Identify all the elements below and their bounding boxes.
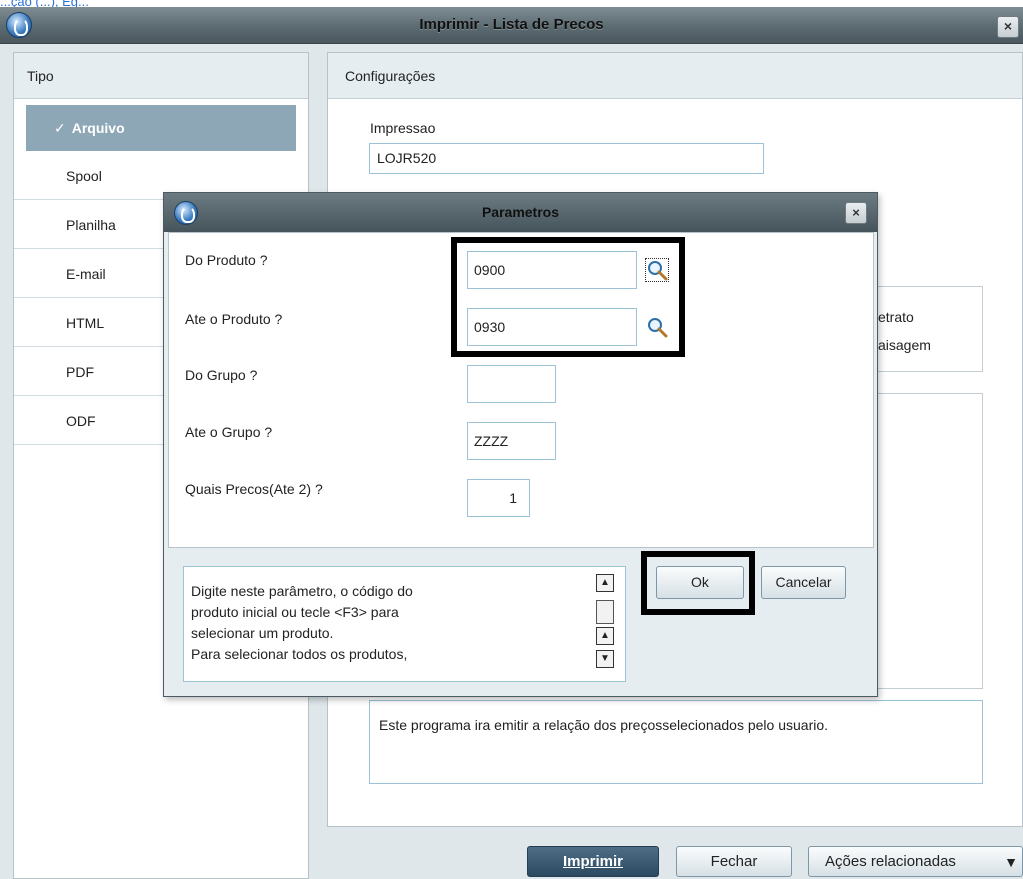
description-box: Este programa ira emitir a relação dos p… — [369, 700, 983, 784]
quais-precos-input[interactable]: 1 — [467, 479, 530, 517]
dialog-titlebar: Parametros × — [164, 193, 877, 232]
param-label-ate-produto: Ate o Produto ? — [185, 311, 283, 327]
impressao-label: Impressao — [370, 120, 436, 136]
param-label-ate-grupo: Ate o Grupo ? — [185, 424, 273, 440]
scroll-down-icon[interactable]: ▼ — [596, 650, 614, 668]
fechar-button[interactable]: Fechar — [676, 846, 792, 877]
search-icon[interactable] — [646, 316, 668, 338]
dialog-close-button[interactable]: × — [845, 202, 867, 224]
help-box: Digite neste parâmetro, o código do prod… — [183, 566, 626, 682]
window-close-button[interactable]: × — [997, 16, 1019, 38]
scrollbar-thumb[interactable] — [596, 600, 614, 624]
chevron-down-icon: ▼ — [1004, 854, 1018, 870]
help-text: Digite neste parâmetro, o código do prod… — [191, 583, 413, 662]
orientation-paisagem-option[interactable]: aisagem — [878, 337, 931, 353]
tipo-header: Tipo — [14, 53, 308, 99]
param-label-do-produto: Do Produto ? — [185, 252, 268, 268]
search-icon[interactable] — [645, 258, 669, 282]
cancelar-button[interactable]: Cancelar — [761, 566, 846, 599]
orientation-group: etrato aisagem — [873, 286, 983, 372]
dialog-title: Parametros — [481, 204, 560, 220]
options-group — [873, 393, 983, 689]
scroll-up-icon[interactable]: ▲ — [596, 627, 614, 645]
tipo-item-arquivo[interactable]: ✓ Arquivo — [26, 105, 296, 151]
scroll-up-icon[interactable]: ▲ — [596, 574, 614, 592]
ate-grupo-input[interactable]: ZZZZ — [467, 422, 556, 460]
tipo-item-label: Arquivo — [71, 120, 125, 136]
do-grupo-input[interactable] — [467, 365, 556, 403]
imprimir-button-label: Imprimir — [562, 853, 623, 870]
acoes-relacionadas-label: Ações relacionadas — [825, 853, 956, 870]
param-label-do-grupo: Do Grupo ? — [185, 367, 258, 383]
orientation-retrato-option[interactable]: etrato — [878, 309, 914, 325]
footer-bar: Imprimir Fechar Ações relacionadas ▼ — [0, 838, 1023, 879]
ok-button[interactable]: Ok — [656, 566, 744, 599]
window-title: Imprimir - Lista de Precos — [419, 16, 604, 33]
config-header: Configurações — [328, 53, 1022, 99]
impressao-input[interactable]: LOJR520 — [369, 143, 764, 174]
param-label-quais-precos: Quais Precos(Ate 2) ? — [185, 481, 323, 497]
check-icon: ✓ — [54, 120, 66, 136]
ate-produto-input[interactable]: 0930 — [467, 308, 637, 346]
imprimir-button[interactable]: Imprimir — [527, 846, 659, 877]
window-titlebar: Imprimir - Lista de Precos × — [0, 7, 1023, 44]
acoes-relacionadas-button[interactable]: Ações relacionadas ▼ — [808, 846, 1023, 877]
do-produto-input[interactable]: 0900 — [467, 251, 637, 289]
